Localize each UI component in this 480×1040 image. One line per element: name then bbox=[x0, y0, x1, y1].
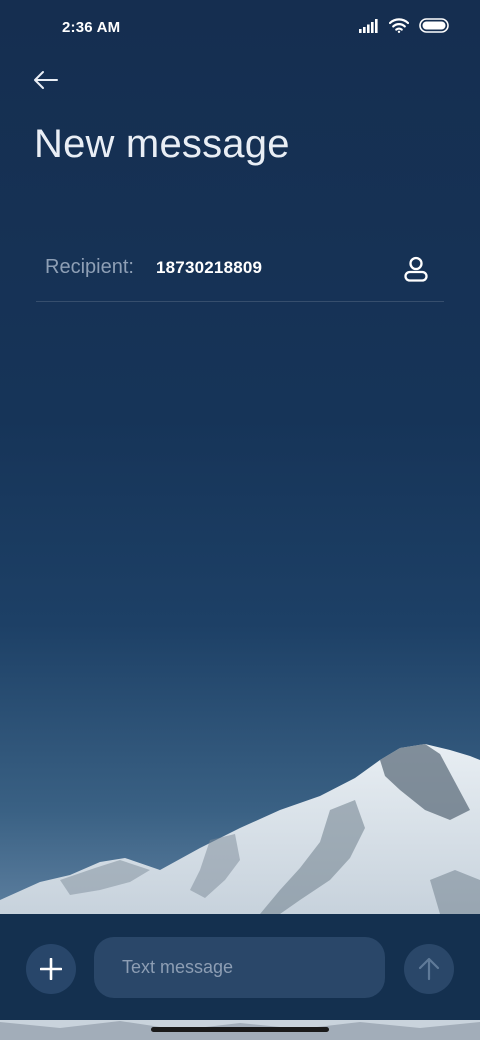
status-time: 2:36 AM bbox=[62, 19, 121, 36]
back-arrow-icon bbox=[34, 71, 58, 89]
signal-icon bbox=[359, 18, 378, 33]
add-attachment-button[interactable] bbox=[26, 944, 76, 994]
send-arrow-up-icon bbox=[418, 957, 440, 981]
plus-icon bbox=[40, 958, 62, 980]
recipient-value[interactable]: 18730218809 bbox=[156, 258, 262, 278]
home-indicator[interactable] bbox=[151, 1027, 329, 1032]
new-message-screen: 2:36 AM New message Recipient: 187302188… bbox=[0, 0, 480, 1040]
status-bar: 2:36 AM bbox=[0, 0, 480, 56]
page-title: New message bbox=[34, 122, 290, 166]
message-text-input[interactable] bbox=[94, 937, 385, 998]
send-button[interactable] bbox=[404, 944, 454, 994]
wifi-icon bbox=[389, 18, 409, 33]
recipient-row[interactable]: Recipient: 18730218809 bbox=[36, 240, 444, 302]
status-icons bbox=[359, 18, 450, 33]
select-contact-button[interactable] bbox=[395, 248, 437, 290]
composer-bar bbox=[0, 914, 480, 1020]
battery-icon bbox=[419, 18, 449, 33]
recipient-label: Recipient: bbox=[45, 256, 134, 278]
contact-person-icon bbox=[404, 256, 428, 282]
back-button[interactable] bbox=[26, 62, 66, 98]
